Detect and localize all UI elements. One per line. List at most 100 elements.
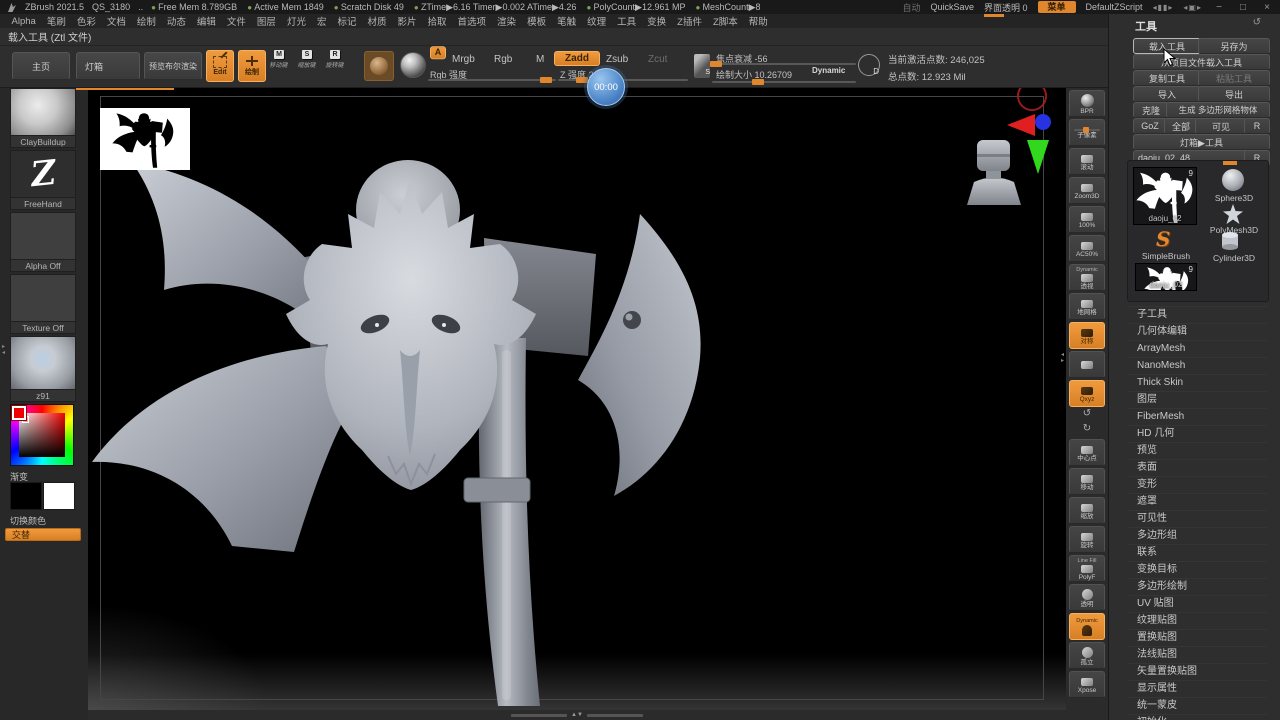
rotate-cw-button[interactable]: ↻ (1070, 424, 1104, 437)
scale-gyro-button[interactable]: S 缩放键 (297, 50, 316, 69)
ui-opacity-slider[interactable]: 界面透明 0 (984, 1, 1028, 17)
menu-item[interactable]: 宏 (311, 14, 332, 28)
rotate-button[interactable]: 旋转 (1069, 526, 1105, 553)
move-gyro-button[interactable]: M 移动键 (269, 50, 288, 69)
sphere3d-label[interactable]: Sphere3D (1208, 193, 1260, 203)
axis-gizmo-icon[interactable] (1007, 88, 1051, 174)
tool-section-row[interactable]: Thick Skin (1127, 374, 1267, 391)
draw-size-track[interactable] (712, 81, 856, 83)
draw-size-handle[interactable] (752, 79, 764, 85)
secondary-color-swatch[interactable] (43, 482, 75, 510)
rgb-intensity-handle[interactable] (540, 77, 552, 83)
tool-palette-title[interactable]: 工具 (1135, 18, 1157, 34)
goz-visible-button[interactable]: 可见 (1195, 118, 1247, 134)
close-button[interactable]: × (1260, 2, 1274, 13)
half-size-button[interactable]: AC50% (1069, 235, 1105, 262)
menu-item[interactable]: 文档 (101, 14, 131, 28)
menu-item[interactable]: 绘制 (131, 14, 161, 28)
paste-tool-button[interactable]: 粘贴工具 (1198, 70, 1270, 86)
active-tool-slider-handle[interactable] (1223, 161, 1237, 165)
zcut-button[interactable]: Zcut (648, 54, 667, 65)
window-layout-icons[interactable]: ◂▣▸ (1183, 3, 1202, 12)
simplebrush-label[interactable]: SimpleBrush (1136, 251, 1196, 261)
zadd-button[interactable]: Zadd (554, 51, 600, 66)
bottom-tray-handle[interactable]: ▲▼ (88, 710, 1066, 720)
tool-section-row[interactable]: 初始化 (1127, 714, 1267, 720)
goz-button[interactable]: GoZ (1133, 118, 1167, 134)
tool-section-row[interactable]: 预览 (1127, 442, 1267, 459)
menu-item[interactable]: Z脚本 (707, 14, 743, 28)
scale-button[interactable]: 缩放 (1069, 497, 1105, 524)
tool-section-row[interactable]: 统一蒙皮 (1127, 697, 1267, 714)
menu-item[interactable]: 首选项 (452, 14, 492, 28)
ghost-button[interactable]: Dynamic (1069, 613, 1105, 640)
menu-item[interactable]: Z插件 (672, 14, 708, 28)
solo-button[interactable]: 孤立 (1069, 642, 1105, 669)
tool-section-row[interactable]: UV 贴图 (1127, 595, 1267, 612)
minimize-button[interactable]: − (1212, 2, 1226, 13)
tool-section-row[interactable]: 多边形组 (1127, 527, 1267, 544)
copy-tool-button[interactable]: 复制工具 (1133, 70, 1201, 86)
recent-tool-thumbnail[interactable]: 9 daoju_02 (1135, 263, 1197, 291)
tool-section-row[interactable]: 联系 (1127, 544, 1267, 561)
tool-section-row[interactable]: 显示属性 (1127, 680, 1267, 697)
tool-section-row[interactable]: 图层 (1127, 391, 1267, 408)
menu-item[interactable]: Alpha (6, 16, 41, 27)
bpr-button[interactable]: BPR (1069, 90, 1105, 117)
move-button[interactable]: 移动 (1069, 468, 1105, 495)
brush-size-icons[interactable]: ◂▮▮▸ (1153, 3, 1174, 12)
current-brush-button[interactable] (364, 51, 394, 81)
menu-item[interactable]: 标记 (332, 14, 362, 28)
xpose-button[interactable]: Xpose (1069, 671, 1105, 698)
rotate-ccw-button[interactable]: ↺ (1070, 409, 1104, 422)
tool-section-row[interactable]: 变形 (1127, 476, 1267, 493)
qxyz-button[interactable]: Qxyz (1069, 380, 1105, 407)
document-canvas[interactable] (88, 88, 1066, 710)
current-material-button[interactable] (400, 52, 426, 78)
material-thumbnail[interactable] (10, 336, 76, 390)
tool-section-row[interactable]: 子工具 (1127, 306, 1267, 323)
edit-button[interactable]: Edit (206, 50, 234, 82)
rgb-intensity-track[interactable] (428, 79, 556, 81)
sphere3d-icon[interactable] (1222, 169, 1244, 191)
local-symmetry-button[interactable]: 对称 (1069, 322, 1105, 349)
menu-item[interactable]: 材质 (362, 14, 392, 28)
polymesh3d-star-icon[interactable] (1220, 203, 1246, 227)
tool-section-row[interactable]: HD 几何 (1127, 425, 1267, 442)
goz-all-button[interactable]: 全部 (1164, 118, 1198, 134)
actual-size-button[interactable]: 100% (1069, 206, 1105, 233)
tool-section-row[interactable]: 多边形绘制 (1127, 578, 1267, 595)
zscript-label[interactable]: DefaultZScript (1086, 2, 1143, 12)
tool-section-row[interactable]: 变换目标 (1127, 561, 1267, 578)
color-picker[interactable] (10, 404, 74, 466)
tool-section-row[interactable]: 纹理贴图 (1127, 612, 1267, 629)
mrgb-button[interactable]: Mrgb (452, 54, 475, 65)
import-button[interactable]: 导入 (1133, 86, 1201, 102)
rgb-button[interactable]: Rgb (494, 54, 512, 65)
goz-r-button[interactable]: R (1244, 118, 1270, 134)
menu-item[interactable]: 笔刷 (41, 14, 71, 28)
restore-button[interactable]: □ (1236, 2, 1250, 13)
tool-section-row[interactable]: 可见性 (1127, 510, 1267, 527)
swap-color-button[interactable]: 交替 (5, 528, 81, 541)
dynamic-label[interactable]: Dynamic (812, 66, 845, 75)
spix-slider[interactable]: 子像素 (1069, 119, 1105, 146)
m-button[interactable]: M (536, 54, 544, 65)
menu-item[interactable]: 动态 (161, 14, 191, 28)
texture-thumbnail[interactable] (10, 274, 76, 322)
zoom3d-button[interactable]: Zoom3D (1069, 177, 1105, 204)
menu-item[interactable]: 变换 (642, 14, 672, 28)
menu-item[interactable]: 工具 (612, 14, 642, 28)
brush-thumbnail[interactable] (10, 88, 76, 136)
focal-shift-track[interactable] (712, 63, 856, 65)
perspective-button[interactable]: Dynamic 透视 (1069, 264, 1105, 291)
current-tool-thumbnail[interactable]: 9 daoju_02 (1133, 167, 1197, 225)
lightbox-tool-button[interactable]: 灯箱▶工具 (1133, 134, 1270, 150)
menu-item[interactable]: 拾取 (422, 14, 452, 28)
z-intensity-handle[interactable] (576, 77, 588, 83)
export-button[interactable]: 导出 (1198, 86, 1270, 102)
tool-section-row[interactable]: 矢量置换贴图 (1127, 663, 1267, 680)
tool-section-row[interactable]: 遮罩 (1127, 493, 1267, 510)
canvas-snapshot-thumbnail[interactable] (100, 108, 190, 170)
load-from-project-button[interactable]: 从项目文件载入工具 (1133, 54, 1270, 70)
